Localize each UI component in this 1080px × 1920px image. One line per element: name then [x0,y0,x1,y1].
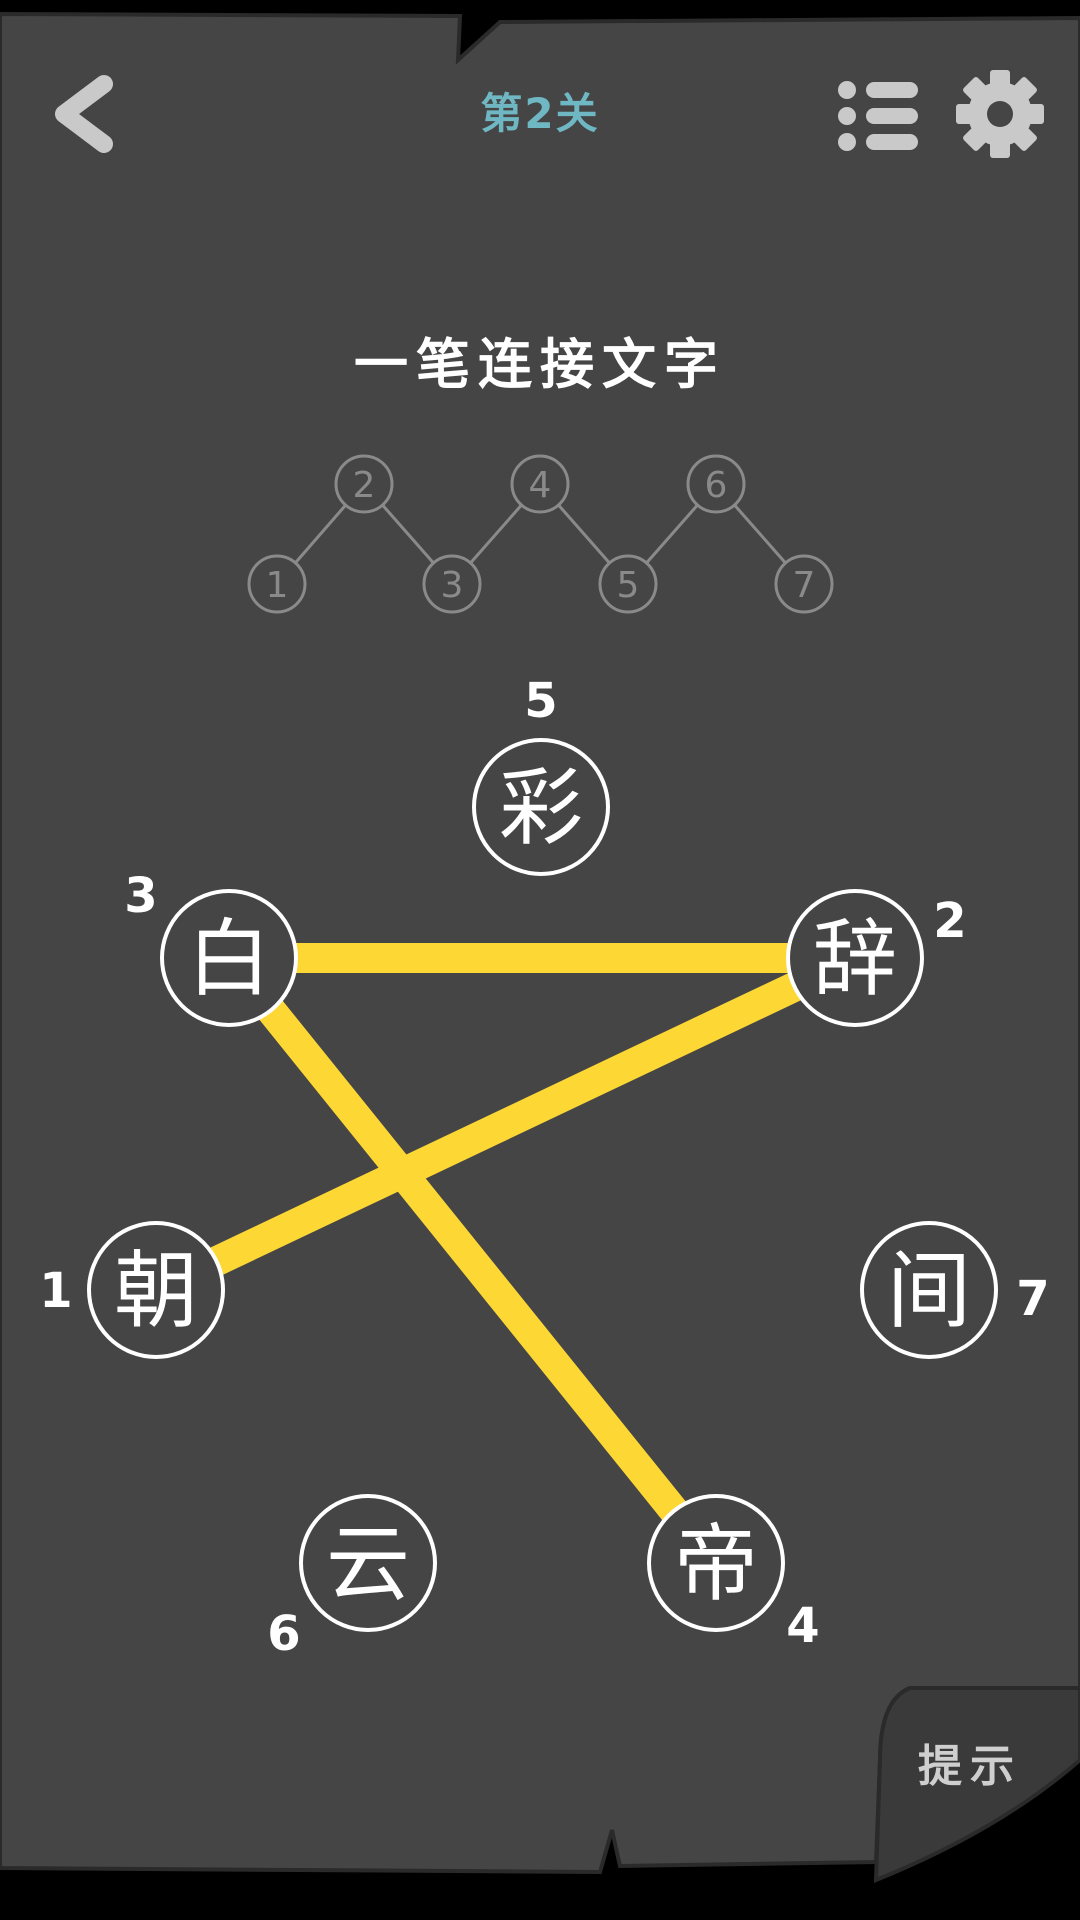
diagram-node-number: 5 [617,565,640,606]
character-order-number: 6 [267,1606,300,1662]
level-list-button[interactable] [830,78,926,154]
character-node[interactable]: 白 [160,889,298,1027]
character-order-number: 7 [1016,1271,1049,1327]
character-glyph: 朝 [114,1242,198,1340]
character-node[interactable]: 帝 [647,1494,785,1632]
level-title: 第2关 [480,89,600,138]
character-node[interactable]: 辞 [786,889,924,1027]
character-glyph: 白 [187,910,271,1008]
diagram-node-number: 1 [266,565,289,606]
character-glyph: 帝 [674,1515,758,1613]
character-node[interactable]: 彩 [472,738,610,876]
character-glyph: 间 [887,1242,971,1340]
character-order-number: 3 [124,868,157,924]
character-glyph: 云 [326,1515,410,1613]
diagram-node-number: 3 [441,565,464,606]
character-order-number: 5 [524,673,557,729]
character-node[interactable]: 间 [860,1221,998,1359]
character-order-number: 1 [39,1263,72,1319]
game-board: 1234567 彩5白3辞 2朝1 间 7云6帝4 [0,11,1080,1884]
settings-button[interactable] [952,68,1046,162]
character-node[interactable]: 朝 [87,1221,225,1359]
hint-button[interactable]: 提示 [905,1730,1035,1794]
character-order-number: 2 [933,893,966,949]
character-glyph: 彩 [499,759,583,857]
diagram-node-number: 6 [705,465,728,506]
diagram-node-number: 4 [529,465,552,506]
character-order-number: 4 [786,1598,819,1654]
diagram-node-number: 7 [793,565,816,606]
instruction-text: 一笔连接文字 [354,333,726,396]
back-button[interactable] [40,70,130,160]
character-glyph: 辞 [813,910,897,1008]
diagram-node-number: 2 [353,465,376,506]
character-node[interactable]: 云 [299,1494,437,1632]
